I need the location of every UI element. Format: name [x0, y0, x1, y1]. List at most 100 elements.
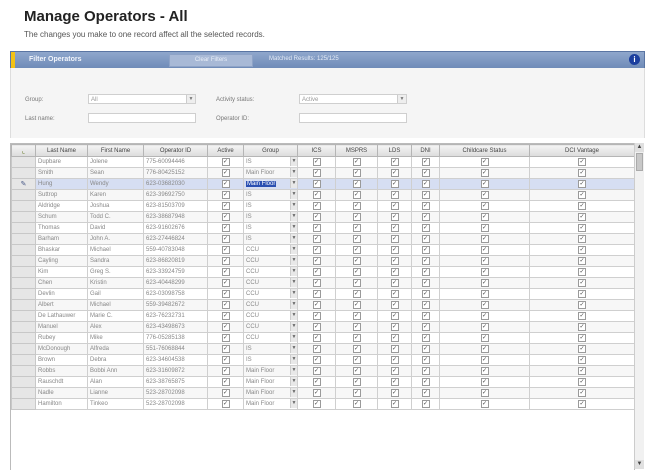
- lds-checkbox[interactable]: ✓: [390, 290, 399, 298]
- operator-id-cell[interactable]: 623-86820819: [143, 255, 208, 267]
- table-row[interactable]: Devlin Gail 623-03098758 ✓ CCU ▼ ✓ ✓ ✓ ✓ ✓ ✓: [11, 288, 634, 300]
- msprs-checkbox[interactable]: ✓: [352, 169, 361, 177]
- msprs-checkbox[interactable]: ✓: [352, 213, 361, 221]
- active-checkbox[interactable]: ✓: [221, 378, 230, 386]
- row-header[interactable]: [11, 387, 36, 399]
- column-header[interactable]: Operator ID: [143, 144, 208, 157]
- operator-id-cell[interactable]: 623-81503709: [143, 200, 208, 212]
- dni-checkbox[interactable]: ✓: [421, 312, 430, 320]
- group-cell[interactable]: Main Floor ▼: [243, 387, 298, 399]
- row-header[interactable]: [11, 343, 36, 355]
- childcare-status-checkbox[interactable]: ✓: [480, 356, 489, 364]
- last-name-cell[interactable]: Robbs: [35, 365, 88, 377]
- dci-vantage-checkbox[interactable]: ✓: [578, 323, 586, 331]
- row-header[interactable]: [11, 310, 36, 322]
- dci-vantage-checkbox[interactable]: ✓: [578, 279, 586, 287]
- msprs-checkbox[interactable]: ✓: [352, 246, 361, 254]
- operator-id-cell[interactable]: 551-76068844: [143, 343, 208, 355]
- operator-id-cell[interactable]: 623-43498673: [143, 321, 208, 333]
- lds-checkbox[interactable]: ✓: [390, 213, 399, 221]
- row-header[interactable]: [11, 266, 36, 278]
- first-name-cell[interactable]: Debra: [87, 354, 144, 366]
- column-header[interactable]: LDS: [377, 144, 412, 157]
- msprs-checkbox[interactable]: ✓: [352, 202, 361, 210]
- dni-checkbox[interactable]: ✓: [421, 169, 430, 177]
- last-name-cell[interactable]: Suttrop: [35, 189, 88, 201]
- first-name-cell[interactable]: Tinkeo: [87, 398, 144, 410]
- first-name-cell[interactable]: Bobbi Ann: [87, 365, 144, 377]
- lds-checkbox[interactable]: ✓: [390, 389, 399, 397]
- first-name-cell[interactable]: Sandra: [87, 255, 144, 267]
- ics-checkbox[interactable]: ✓: [312, 279, 321, 287]
- table-row[interactable]: Schum Todd C. 623-38687948 ✓ IS ▼ ✓ ✓ ✓ ✓ ✓ ✓: [11, 211, 634, 223]
- dni-checkbox[interactable]: ✓: [421, 268, 430, 276]
- group-cell[interactable]: CCU ▼: [243, 332, 298, 344]
- dci-vantage-checkbox[interactable]: ✓: [578, 191, 586, 199]
- select-all-corner[interactable]: ⌞: [11, 144, 36, 157]
- active-checkbox[interactable]: ✓: [221, 290, 230, 298]
- ics-checkbox[interactable]: ✓: [312, 389, 321, 397]
- lds-checkbox[interactable]: ✓: [390, 334, 399, 342]
- group-cell[interactable]: Main Floor ▼: [243, 365, 298, 377]
- last-name-cell[interactable]: Schum: [35, 211, 88, 223]
- row-header[interactable]: [11, 365, 36, 377]
- childcare-status-checkbox[interactable]: ✓: [480, 279, 489, 287]
- msprs-checkbox[interactable]: ✓: [352, 334, 361, 342]
- dni-checkbox[interactable]: ✓: [421, 279, 430, 287]
- active-checkbox[interactable]: ✓: [221, 312, 230, 320]
- last-name-cell[interactable]: Hung: [35, 178, 88, 190]
- last-name-cell[interactable]: Rubey: [35, 332, 88, 344]
- chevron-down-icon[interactable]: ▼: [290, 212, 297, 221]
- chevron-down-icon[interactable]: ▼: [290, 388, 297, 397]
- dci-vantage-checkbox[interactable]: ✓: [578, 169, 586, 177]
- first-name-cell[interactable]: Alan: [87, 376, 144, 388]
- childcare-status-checkbox[interactable]: ✓: [480, 213, 489, 221]
- first-name-cell[interactable]: Michael: [87, 299, 144, 311]
- first-name-cell[interactable]: Karen: [87, 189, 144, 201]
- dni-checkbox[interactable]: ✓: [421, 345, 430, 353]
- dci-vantage-checkbox[interactable]: ✓: [578, 158, 586, 166]
- chevron-down-icon[interactable]: ▼: [290, 223, 297, 232]
- group-cell[interactable]: CCU ▼: [243, 299, 298, 311]
- chevron-down-icon[interactable]: ▼: [290, 311, 297, 320]
- row-header[interactable]: [11, 288, 36, 300]
- lds-checkbox[interactable]: ✓: [390, 400, 399, 408]
- lds-checkbox[interactable]: ✓: [390, 180, 399, 188]
- ics-checkbox[interactable]: ✓: [312, 334, 321, 342]
- info-icon[interactable]: i: [629, 54, 640, 65]
- lds-checkbox[interactable]: ✓: [390, 202, 399, 210]
- operator-id-cell[interactable]: 623-91602676: [143, 222, 208, 234]
- column-header[interactable]: Active: [207, 144, 244, 157]
- active-checkbox[interactable]: ✓: [221, 356, 230, 364]
- first-name-cell[interactable]: Todd C.: [87, 211, 144, 223]
- row-header[interactable]: [11, 321, 36, 333]
- scrollbar-thumb[interactable]: [636, 153, 643, 171]
- dni-checkbox[interactable]: ✓: [421, 367, 430, 375]
- dni-checkbox[interactable]: ✓: [421, 202, 430, 210]
- row-header[interactable]: [11, 299, 36, 311]
- last-name-cell[interactable]: Albert: [35, 299, 88, 311]
- dni-checkbox[interactable]: ✓: [421, 213, 430, 221]
- first-name-cell[interactable]: John A.: [87, 233, 144, 245]
- msprs-checkbox[interactable]: ✓: [352, 367, 361, 375]
- last-name-cell[interactable]: Thomas: [35, 222, 88, 234]
- operator-id-cell[interactable]: 623-76232731: [143, 310, 208, 322]
- ics-checkbox[interactable]: ✓: [312, 180, 321, 188]
- dni-checkbox[interactable]: ✓: [421, 323, 430, 331]
- row-header[interactable]: [11, 354, 36, 366]
- operator-id-cell[interactable]: 623-03682030: [143, 178, 208, 190]
- ics-checkbox[interactable]: ✓: [312, 257, 321, 265]
- childcare-status-checkbox[interactable]: ✓: [480, 378, 489, 386]
- table-row[interactable]: Barham John A. 623-27446824 ✓ IS ▼ ✓ ✓ ✓ ✓ ✓ ✓: [11, 233, 634, 245]
- table-row[interactable]: Rauschdt Alan 623-38765875 ✓ Main Floor ▼ ✓ ✓ ✓ ✓…: [11, 376, 634, 388]
- msprs-checkbox[interactable]: ✓: [352, 268, 361, 276]
- group-cell[interactable]: CCU ▼: [243, 244, 298, 256]
- dci-vantage-checkbox[interactable]: ✓: [578, 312, 586, 320]
- table-row[interactable]: Suttrop Karen 623-39692750 ✓ IS ▼ ✓ ✓ ✓ ✓ ✓ ✓: [11, 189, 634, 201]
- lds-checkbox[interactable]: ✓: [390, 246, 399, 254]
- table-row[interactable]: Cayling Sandra 623-86820819 ✓ CCU ▼ ✓ ✓ ✓ ✓ ✓ ✓: [11, 255, 634, 267]
- msprs-checkbox[interactable]: ✓: [352, 235, 361, 243]
- vertical-scrollbar[interactable]: ▲ ▼: [634, 143, 644, 469]
- table-row[interactable]: Hamilton Tinkeo 523-28702098 ✓ Main Floor ▼ ✓ ✓…: [11, 398, 634, 410]
- group-cell[interactable]: CCU ▼: [243, 321, 298, 333]
